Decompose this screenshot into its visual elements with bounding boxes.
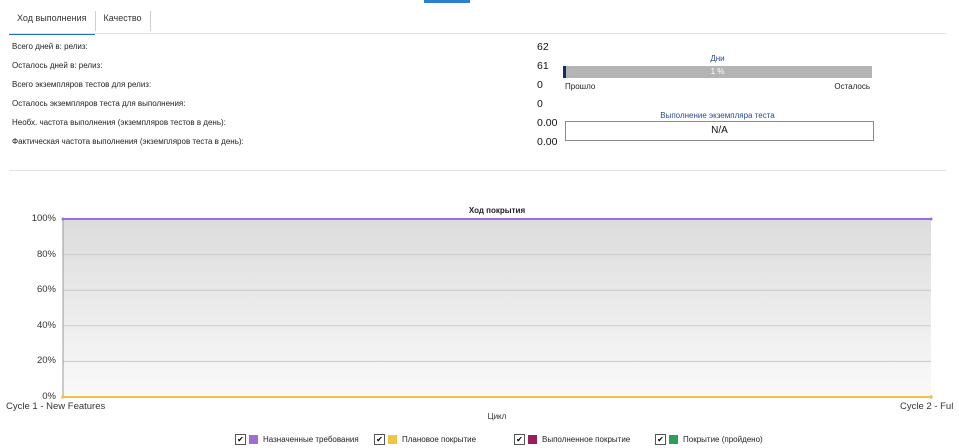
legend-checkbox[interactable]: ✔ (514, 434, 525, 445)
chart-point (61, 395, 65, 399)
legend-label: Покрытие (пройдено) (683, 435, 763, 444)
coverage-chart (61, 217, 933, 399)
chart-point (929, 395, 933, 399)
chart-y-tick: 60% (36, 284, 56, 296)
chart-y-tick: 100% (31, 213, 56, 224)
legend-checkbox[interactable]: ✔ (655, 434, 666, 445)
chart-y-tick: 80% (36, 248, 56, 260)
chart-x-tick: Cycle 2 - Ful (900, 401, 954, 412)
legend-checkbox[interactable]: ✔ (235, 434, 246, 445)
chart-point (61, 217, 65, 221)
chart-x-tick: Cycle 1 - New Features (6, 401, 106, 412)
legend-item-executed-coverage[interactable]: ✔ Выполненное покрытие (514, 434, 630, 445)
chart-plot-area (63, 219, 931, 397)
chart-y-tick: 40% (36, 319, 56, 331)
legend-label: Назначенные требования (263, 435, 359, 444)
legend-item-assigned-requirements[interactable]: ✔ Назначенные требования (235, 434, 359, 445)
legend-label: Выполненное покрытие (542, 435, 631, 444)
legend-swatch (388, 435, 397, 444)
legend-item-passed-coverage[interactable]: ✔ Покрытие (пройдено) (655, 434, 763, 445)
legend-item-planned-coverage[interactable]: ✔ Плановое покрытие (374, 434, 476, 445)
legend-swatch (669, 435, 678, 444)
chart-point (929, 217, 933, 221)
chart-y-tick: 20% (36, 355, 56, 367)
legend-label: Плановое покрытие (402, 435, 477, 444)
legend-checkbox[interactable]: ✔ (374, 434, 385, 445)
legend-swatch (249, 435, 258, 444)
legend-swatch (528, 435, 537, 444)
chart-x-axis-label: Цикл (487, 412, 507, 421)
